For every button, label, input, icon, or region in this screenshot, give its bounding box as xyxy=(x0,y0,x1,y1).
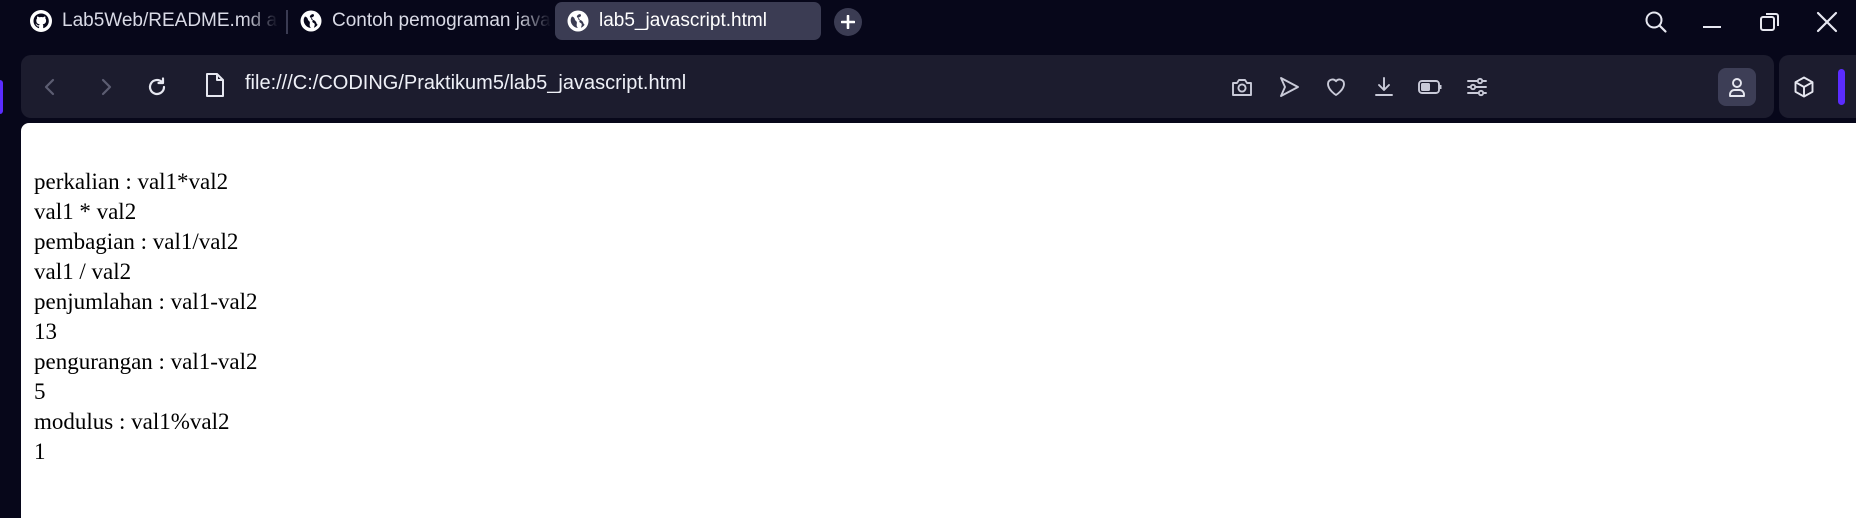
forward-button[interactable] xyxy=(87,68,125,106)
close-window-button[interactable] xyxy=(1803,4,1851,40)
tab-contoh-pemograman[interactable]: Contoh pemograman java xyxy=(298,2,552,40)
tab-label: lab5_javascript.html xyxy=(599,10,767,31)
output-line: pengurangan : val1-val2 xyxy=(34,349,258,374)
search-tabs-button[interactable] xyxy=(1632,4,1680,40)
send-button[interactable] xyxy=(1270,68,1308,106)
cube-icon xyxy=(1794,76,1814,98)
output-line: 5 xyxy=(34,379,46,404)
output-line: penjumlahan : val1-val2 xyxy=(34,289,258,314)
minimize-button[interactable] xyxy=(1688,4,1736,40)
favorites-button[interactable] xyxy=(1317,68,1355,106)
tab-strip: Lab5Web/README.md at Contoh pemograman j… xyxy=(0,0,1856,44)
sidebar-toggle[interactable] xyxy=(1838,69,1845,105)
tab-github-readme[interactable]: Lab5Web/README.md at xyxy=(28,2,278,40)
globe-icon xyxy=(565,8,591,34)
tab-lab5-javascript[interactable]: lab5_javascript.html xyxy=(555,2,821,40)
back-button[interactable] xyxy=(31,68,69,106)
plus-icon xyxy=(841,15,855,29)
battery-saver-icon xyxy=(1418,80,1442,94)
address-url[interactable]: file:///C:/CODING/Praktikum5/lab5_javasc… xyxy=(245,72,686,95)
globe-icon xyxy=(298,8,324,34)
output-line: 13 xyxy=(34,319,57,344)
restore-button[interactable] xyxy=(1746,4,1794,40)
snapshot-button[interactable] xyxy=(1223,68,1261,106)
search-icon xyxy=(1645,11,1667,33)
new-tab-button[interactable] xyxy=(834,8,862,36)
sidebar-accent xyxy=(0,80,3,114)
output-line: 1 xyxy=(34,439,46,464)
file-icon[interactable] xyxy=(204,72,226,103)
output-line: val1 / val2 xyxy=(34,259,132,284)
output-line: perkalian : val1*val2 xyxy=(34,169,229,194)
tab-divider xyxy=(286,10,288,34)
battery-saver-button[interactable] xyxy=(1411,68,1449,106)
camera-icon xyxy=(1232,79,1252,96)
minimize-icon xyxy=(1703,26,1721,28)
tab-label: Contoh pemograman java xyxy=(332,10,551,31)
tab-label: Lab5Web/README.md at xyxy=(62,10,278,31)
reload-icon xyxy=(148,77,166,96)
extensions-button[interactable] xyxy=(1785,68,1823,106)
address-toolbar: file:///C:/CODING/Praktikum5/lab5_javasc… xyxy=(21,55,1774,118)
chevron-left-icon xyxy=(44,78,55,96)
page-output: perkalian : val1*val2 val1 * val2 pembag… xyxy=(34,167,258,467)
profile-icon xyxy=(1729,78,1745,97)
close-icon xyxy=(1816,11,1838,33)
output-line: modulus : val1%val2 xyxy=(34,409,230,434)
page-viewport: perkalian : val1*val2 val1 * val2 pembag… xyxy=(21,123,1856,518)
output-line: pembagian : val1/val2 xyxy=(34,229,239,254)
chevron-right-icon xyxy=(101,78,112,96)
heart-icon xyxy=(1327,78,1345,96)
sliders-icon xyxy=(1467,77,1487,97)
download-icon xyxy=(1375,77,1393,96)
downloads-button[interactable] xyxy=(1365,68,1403,106)
github-icon xyxy=(28,8,54,34)
restore-icon xyxy=(1760,13,1779,31)
output-line: val1 * val2 xyxy=(34,199,137,224)
reload-button[interactable] xyxy=(138,68,176,106)
send-icon xyxy=(1280,77,1299,97)
easy-setup-button[interactable] xyxy=(1458,68,1496,106)
profile-button[interactable] xyxy=(1718,68,1756,106)
